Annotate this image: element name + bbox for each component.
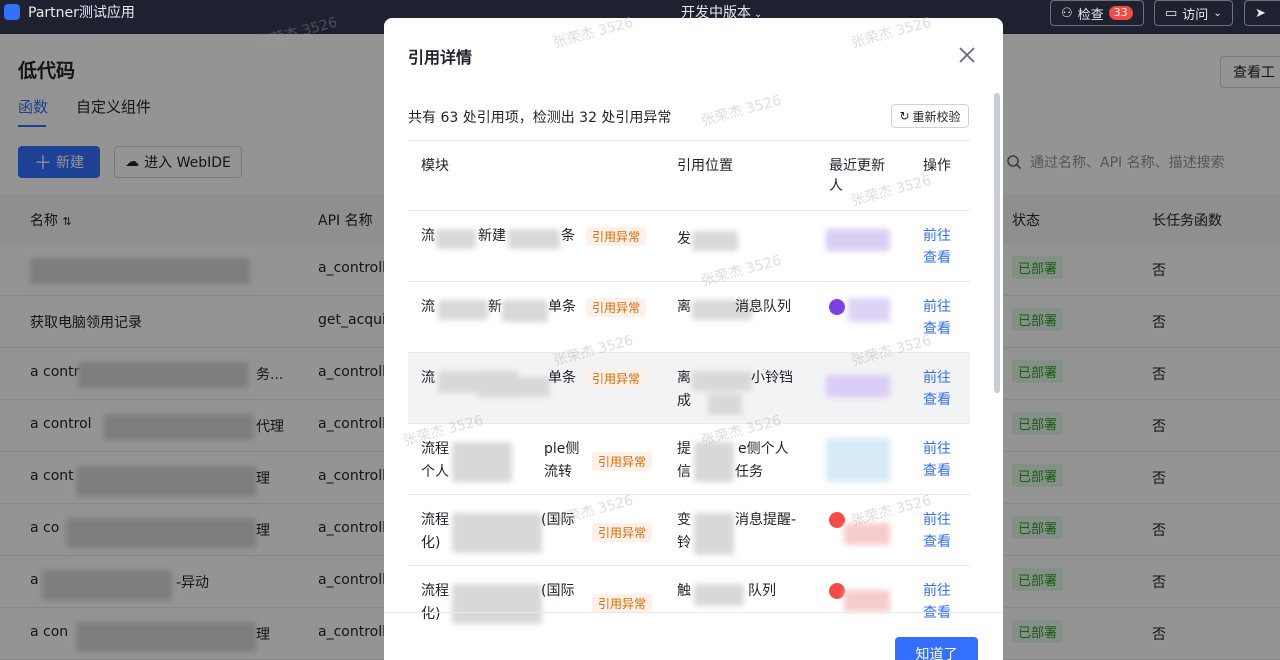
check-count-badge: 33	[1108, 6, 1133, 20]
view-link[interactable]: 查看	[923, 247, 951, 269]
error-tag: 引用异常	[586, 298, 647, 317]
modal-footer-divider	[384, 612, 1003, 613]
location-text: 队列	[748, 583, 776, 599]
module-text: 流程	[421, 512, 449, 528]
modal-scrollbar[interactable]	[994, 93, 1000, 393]
reference-row: 流程 ple侧 个人 流转 引用异常 提 e侧个人 信 任务 前往 查看	[408, 424, 970, 495]
avatar	[829, 583, 845, 599]
publish-button[interactable]: ➤	[1244, 0, 1280, 26]
location-text: 任务	[735, 464, 763, 480]
location-text: 发	[677, 231, 691, 247]
reference-row: 流 新建 条 引用异常 发 前往 查看	[408, 211, 970, 282]
location-text: 离	[677, 299, 691, 315]
module-text: 单条	[548, 299, 576, 315]
app-title: Partner测试应用	[28, 5, 135, 21]
module-text: 流	[421, 228, 435, 244]
module-text: 新建	[478, 228, 506, 244]
column-module: 模块	[421, 158, 449, 174]
recheck-button[interactable]: ↻ 重新校验	[891, 104, 969, 128]
goto-link[interactable]: 前往	[923, 296, 951, 318]
location-text: 小铃铛	[751, 370, 793, 386]
visit-button[interactable]: ▭ 访问 ⌄	[1154, 0, 1233, 26]
error-tag: 引用异常	[592, 523, 653, 542]
module-text: 个人	[421, 464, 449, 480]
module-text: 流	[421, 370, 435, 386]
avatar	[829, 299, 845, 315]
module-text: (国际	[541, 583, 575, 599]
module-text: 流	[421, 299, 435, 315]
error-tag: 引用异常	[592, 594, 653, 613]
close-icon[interactable]	[956, 44, 978, 66]
module-text: 流转	[544, 464, 572, 480]
check-icon: ⚇	[1061, 5, 1073, 21]
view-link[interactable]: 查看	[923, 602, 951, 624]
location-text: 触	[677, 583, 691, 599]
module-text: 条	[561, 228, 575, 244]
avatar	[829, 512, 845, 528]
goto-link[interactable]: 前往	[923, 367, 951, 389]
module-text: 单条	[548, 370, 576, 386]
column-location: 引用位置	[677, 158, 733, 174]
chevron-down-icon: ⌄	[1213, 7, 1222, 19]
error-tag: 引用异常	[586, 369, 647, 388]
refresh-icon: ↻	[899, 109, 910, 123]
module-text: 化)	[421, 535, 441, 551]
location-text: 变	[677, 512, 691, 528]
check-label: 检查	[1077, 7, 1104, 23]
monitor-icon: ▭	[1165, 5, 1178, 21]
location-text: 消息队列	[735, 299, 791, 315]
column-updater-line2: 人	[829, 178, 843, 194]
app-logo-icon	[4, 4, 20, 20]
location-text: 信	[677, 464, 691, 480]
view-link[interactable]: 查看	[923, 460, 951, 482]
goto-link[interactable]: 前往	[923, 438, 951, 460]
recheck-label: 重新校验	[912, 109, 961, 124]
column-updater-line1: 最近更新	[829, 158, 885, 174]
goto-link[interactable]: 前往	[923, 509, 951, 531]
visit-label: 访问	[1182, 7, 1209, 23]
goto-link[interactable]: 前往	[923, 580, 951, 602]
goto-link[interactable]: 前往	[923, 225, 951, 247]
view-link[interactable]: 查看	[923, 389, 951, 411]
error-tag: 引用异常	[592, 452, 653, 471]
reference-row: 流 单条 引用异常 离 小铃铛 成 前往 查看	[408, 353, 970, 424]
reference-summary: 共有 63 处引用项，检测出 32 处引用异常	[408, 110, 672, 126]
location-text: 提	[677, 441, 691, 457]
location-text: 离	[677, 370, 691, 386]
module-text: 化)	[421, 606, 441, 622]
module-text: ple侧	[544, 441, 580, 457]
modal-title: 引用详情	[408, 48, 473, 67]
location-text: 消息提醒-	[735, 512, 797, 528]
ok-button[interactable]: 知道了	[895, 637, 978, 660]
check-button[interactable]: ⚇ 检查 33	[1050, 0, 1144, 26]
module-text: 新	[488, 299, 502, 315]
module-text: 流程	[421, 583, 449, 599]
view-link[interactable]: 查看	[923, 531, 951, 553]
location-text: 成	[677, 393, 691, 409]
reference-row: 流程 (国际 化) 引用异常 触 队列 前往 查看	[408, 566, 970, 637]
location-text: 铃	[677, 535, 691, 551]
location-text: e侧个人	[738, 441, 789, 457]
error-tag: 引用异常	[586, 227, 647, 246]
send-icon: ➤	[1255, 5, 1266, 21]
